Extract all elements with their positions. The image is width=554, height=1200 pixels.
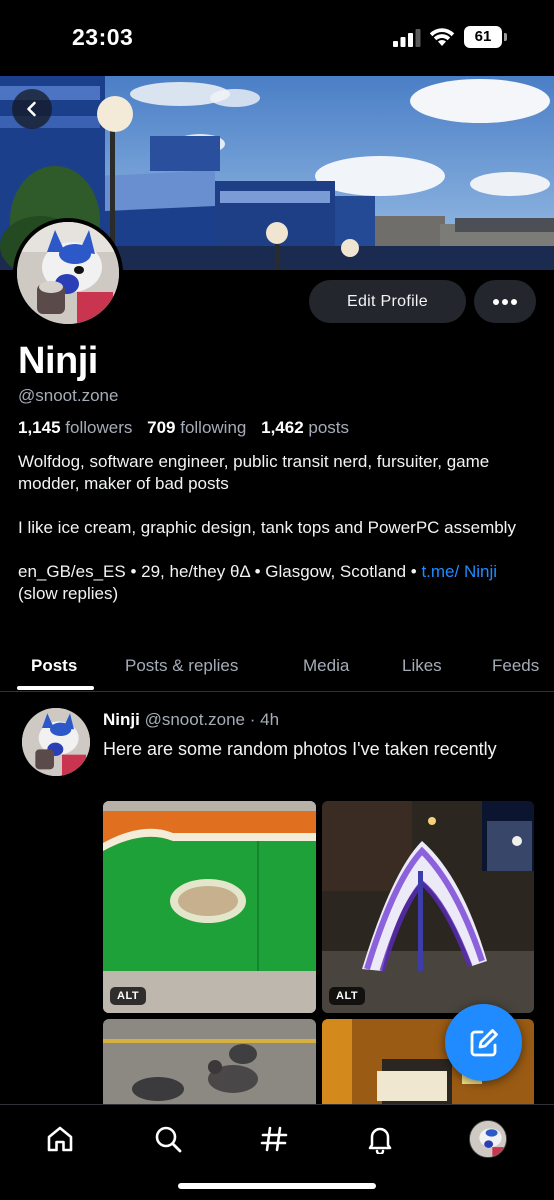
fursuit-avatar-image — [470, 1121, 506, 1157]
wifi-icon — [429, 28, 455, 46]
profile-tabs: Posts Posts & replies Media Likes Feeds — [0, 640, 554, 692]
profile-bio: Wolfdog, software engineer, public trans… — [18, 451, 538, 627]
nav-feeds-button[interactable] — [252, 1117, 296, 1161]
tab-posts-and-replies[interactable]: Posts & replies — [125, 640, 238, 692]
post-timestamp[interactable]: 4h — [260, 710, 279, 729]
compose-button[interactable] — [445, 1004, 522, 1081]
nav-home-button[interactable] — [38, 1117, 82, 1161]
alt-text-badge[interactable]: ALT — [329, 987, 366, 1005]
status-bar: 23:03 61 — [0, 0, 554, 76]
alt-text-badge[interactable]: ALT — [110, 987, 147, 1005]
profile-handle: @snoot.zone — [18, 386, 119, 405]
back-button[interactable] — [12, 89, 52, 129]
search-icon — [155, 1126, 182, 1153]
battery-indicator: 61 — [464, 26, 508, 48]
tab-likes[interactable]: Likes — [402, 640, 442, 692]
hashtag-icon — [260, 1126, 288, 1152]
fursuit-avatar-image — [22, 708, 90, 776]
post-author-handle[interactable]: @snoot.zone — [145, 710, 245, 729]
profile-avatar — [469, 1120, 507, 1158]
more-options-button[interactable] — [474, 280, 536, 323]
nav-profile-button[interactable] — [466, 1117, 510, 1161]
post-author-avatar[interactable] — [22, 708, 90, 776]
chevron-left-icon — [27, 101, 36, 117]
bio-paragraph: en_GB/es_ES • 29, he/they θΔ • Glasgow, … — [18, 562, 498, 603]
posts-stat: 1,462 posts — [261, 418, 350, 437]
profile-avatar[interactable] — [13, 218, 123, 328]
tab-media[interactable]: Media — [303, 640, 349, 692]
post-image[interactable] — [103, 1019, 316, 1109]
nav-notifications-button[interactable] — [358, 1117, 402, 1161]
status-time: 23:03 — [72, 24, 134, 50]
ellipsis-icon — [493, 298, 517, 305]
nav-search-button[interactable] — [146, 1117, 190, 1161]
post-header: Ninji @snoot.zone · 4h — [103, 710, 280, 729]
bio-paragraph: Wolfdog, software engineer, public trans… — [18, 452, 490, 493]
bio-paragraph: I like ice cream, graphic design, tank t… — [18, 518, 516, 537]
tab-posts[interactable]: Posts — [31, 640, 77, 692]
tab-feeds[interactable]: Feeds — [492, 640, 539, 692]
telegram-link[interactable]: t.me/ Ninji — [421, 562, 497, 581]
active-tab-indicator — [17, 686, 94, 690]
post-text: Here are some random photos I've taken r… — [103, 739, 497, 759]
sculpture-photo — [322, 801, 534, 1013]
fursuit-avatar-image — [17, 222, 119, 324]
battery-level: 61 — [464, 26, 502, 48]
profile-stats: 1,145 followers 709 following 1,462 post… — [18, 418, 359, 438]
edit-profile-button[interactable]: Edit Profile — [309, 280, 466, 323]
bell-icon — [368, 1127, 392, 1154]
post-image[interactable]: ALT — [322, 801, 534, 1013]
home-indicator — [178, 1183, 376, 1189]
following-stat[interactable]: 709 following — [147, 418, 246, 437]
followers-stat[interactable]: 1,145 followers — [18, 418, 132, 437]
display-name: Ninji — [18, 340, 98, 382]
home-icon — [47, 1126, 73, 1152]
post-author-name[interactable]: Ninji — [103, 710, 140, 729]
compose-icon — [470, 1028, 498, 1056]
shopfront-photo — [103, 801, 316, 1013]
pigeons-photo — [103, 1019, 316, 1109]
signal-icon — [393, 29, 421, 47]
post-image[interactable]: ALT — [103, 801, 316, 1013]
